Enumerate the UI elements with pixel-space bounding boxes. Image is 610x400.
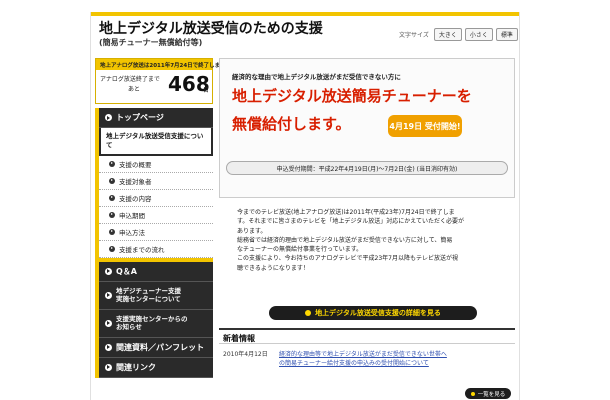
hero-headline-line1: 地上デジタル放送簡易チューナーを	[232, 87, 472, 105]
arrow-circle-icon	[109, 228, 115, 235]
nav-sub-content[interactable]: 支援の内容	[99, 189, 213, 207]
font-size-label: 文字サイズ	[399, 32, 429, 39]
nav-pamphlet-label: 関連資料／パンフレット	[116, 342, 205, 352]
nav-sub-flow[interactable]: 支援までの流れ	[99, 240, 213, 258]
nav-center-notices-line2: お知らせ	[116, 323, 142, 332]
nav-sub-overview[interactable]: 支援の概要	[99, 155, 213, 173]
countdown-label: アナログ放送終了まで	[100, 76, 160, 83]
nav-support-center-line2: 実施センターについて	[116, 295, 181, 304]
details-button[interactable]: 地上デジタル放送受信支援の詳細を見る	[269, 306, 477, 320]
nav-sub-period[interactable]: 申込期間	[99, 206, 213, 224]
intro-line: 今までのテレビ放送(地上アナログ放送)は2011年(平成23年)7月24日で終了…	[237, 209, 455, 216]
nav-qa-label: Q＆A	[116, 266, 137, 276]
font-larger-button[interactable]: 大きく	[433, 28, 462, 41]
news-date: 2010年4月12日	[223, 351, 268, 358]
nav-support-center-label: 地デジチューナー支援 実施センターについて	[116, 287, 181, 304]
hero-application-period: 申込受付期間：平成22年4月19日(月)～7月2日(金) (当日消印有効)	[226, 161, 508, 175]
news-link[interactable]: の簡易チューナー給付支援の申込みの受付開始について	[279, 360, 429, 367]
arrow-circle-icon	[109, 160, 115, 167]
news-link[interactable]: 経済的な理由等で地上デジタル放送がまだ受信できない世帯へ	[279, 351, 447, 358]
details-button-label: 地上デジタル放送受信支援の詳細を見る	[315, 309, 441, 317]
font-size-controls: 文字サイズ 大きく 小さく 標準	[399, 28, 518, 41]
news-section: 新着情報 2010年4月12日 経済的な理由等で地上デジタル放送がまだ受信できな…	[219, 328, 515, 399]
countdown-box: 地上アナログ放送は2011年7月24日で終了します。 アナログ放送終了まで あと…	[95, 58, 231, 104]
hero-banner: 経済的な理由で地上デジタル放送がまだ受信できない方に 地上デジタル放送簡易チュー…	[219, 58, 515, 198]
countdown-remaining-label: あと	[128, 86, 141, 93]
intro-text: 今までのテレビ放送(地上アナログ放送)は2011年(平成23年)7月24日で終了…	[219, 208, 515, 273]
arrow-circle-icon	[109, 211, 115, 218]
nav-pamphlet[interactable]: 関連資料／パンフレット	[99, 337, 213, 358]
news-more-button[interactable]: 一覧を見る	[465, 388, 511, 399]
arrow-circle-icon	[105, 114, 112, 121]
sidebar-nav: トップページ 地上デジタル放送受信支援について 支援の概要 支援対象者 支援の内…	[95, 108, 213, 378]
arrow-circle-icon	[105, 267, 112, 275]
arrow-circle-icon	[105, 363, 112, 371]
nav-sub-label: 支援対象者	[119, 177, 152, 186]
nav-current-section[interactable]: 地上デジタル放送受信支援について	[99, 128, 213, 156]
hero-lead: 経済的な理由で地上デジタル放送がまだ受信できない方に	[232, 73, 401, 81]
intro-line: 聴できるようになります！	[237, 264, 309, 272]
nav-sub-label: 支援の概要	[119, 160, 152, 169]
hero-start-badge: 4月19日 受付開始!	[388, 115, 462, 137]
nav-sub-label: 支援の内容	[119, 194, 152, 203]
page-title: 地上デジタル放送受信のための支援	[99, 21, 323, 37]
intro-line: あります。	[237, 227, 267, 235]
countdown-notice: 地上アナログ放送は2011年7月24日で終了します。	[96, 59, 231, 70]
intro-line: なチューナーの無償給付事業を行っています。	[237, 246, 363, 254]
nav-sub-eligible[interactable]: 支援対象者	[99, 172, 213, 190]
news-more-label: 一覧を見る	[477, 391, 506, 398]
nav-center-notices-label: 支援実施センターからの お知らせ	[116, 315, 188, 332]
font-standard-button[interactable]: 標準	[495, 28, 518, 41]
news-item: 2010年4月12日 経済的な理由等で地上デジタル放送がまだ受信できない世帯へ …	[219, 344, 515, 368]
page: 地上デジタル放送受信のための支援 (簡易チューナー無償給付等) 文字サイズ 大き…	[90, 12, 520, 400]
sidebar: 地上アナログ放送は2011年7月24日で終了します。 アナログ放送終了まで あと…	[95, 58, 231, 378]
arrow-circle-icon	[105, 319, 112, 327]
arrow-circle-icon	[105, 343, 112, 351]
arrow-circle-icon	[105, 291, 112, 299]
bullet-icon	[470, 391, 475, 396]
nav-top-page-label: トップページ	[116, 113, 164, 122]
arrow-circle-icon	[109, 245, 115, 252]
intro-line: 総務省では経済的理由で地上デジタル放送がまだ受信できない方に対して、簡易	[237, 236, 453, 244]
nav-links[interactable]: 関連リンク	[99, 357, 213, 378]
nav-top-page[interactable]: トップページ	[99, 108, 213, 128]
nav-support-center[interactable]: 地デジチューナー支援 実施センターについて	[99, 281, 213, 310]
news-title: 新着情報	[219, 328, 515, 344]
bullet-icon	[305, 310, 312, 316]
hero-headline-line2: 無償給付します。	[232, 115, 351, 133]
nav-sub-method[interactable]: 申込方法	[99, 223, 213, 241]
page-subtitle: (簡易チューナー無償給付等)	[99, 38, 203, 47]
countdown-unit: 日	[203, 87, 210, 94]
nav-support-center-line1: 地デジチューナー支援	[116, 286, 181, 295]
header: 地上デジタル放送受信のための支援 (簡易チューナー無償給付等) 文字サイズ 大き…	[91, 16, 519, 56]
nav-sub-label: 申込方法	[119, 228, 145, 237]
nav-links-label: 関連リンク	[116, 362, 156, 372]
nav-qa[interactable]: Q＆A	[99, 261, 213, 282]
main-content: 経済的な理由で地上デジタル放送がまだ受信できない方に 地上デジタル放送簡易チュー…	[219, 58, 515, 399]
nav-sub-label: 申込期間	[119, 211, 145, 220]
news-link-block: 経済的な理由等で地上デジタル放送がまだ受信できない世帯へ の簡易チューナー給付支…	[279, 350, 447, 368]
arrow-circle-icon	[109, 194, 115, 201]
arrow-circle-icon	[109, 177, 115, 184]
intro-line: す。それまでに皆さまのテレビを「地上デジタル放送」対応にかえていただく必要が	[237, 218, 464, 226]
nav-center-notices-line1: 支援実施センターからの	[116, 314, 188, 323]
font-smaller-button[interactable]: 小さく	[464, 28, 493, 41]
intro-line: この支援により、今お持ちのアナログテレビで平成23年7月以降もテレビ放送が視	[237, 255, 458, 263]
nav-center-notices[interactable]: 支援実施センターからの お知らせ	[99, 309, 213, 338]
nav-sub-label: 支援までの流れ	[119, 245, 165, 254]
